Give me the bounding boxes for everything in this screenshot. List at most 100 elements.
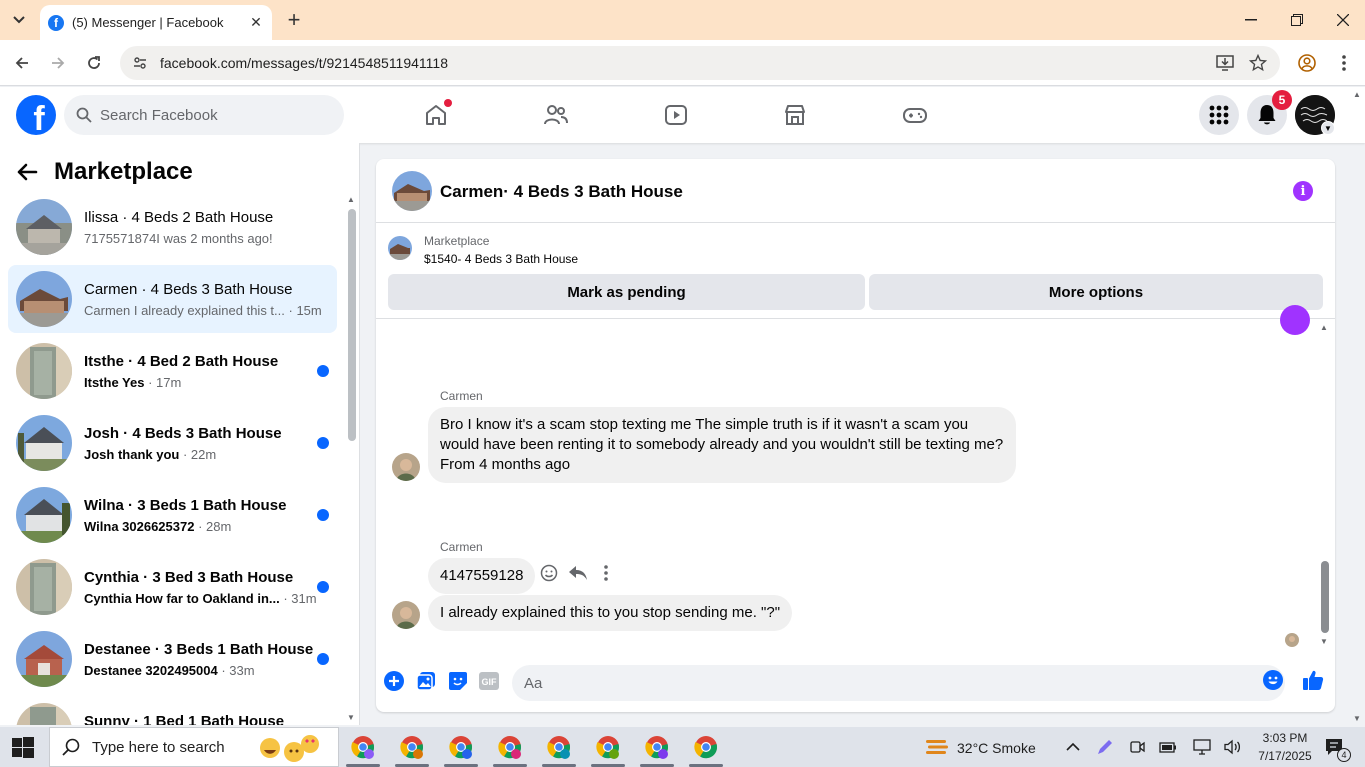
conversation-item[interactable]: Itsthe · 4 Bed 2 Bath House Itsthe Yes ·… <box>8 337 337 405</box>
chrome-taskbar-icon[interactable] <box>498 735 522 759</box>
attach-photo-button[interactable] <box>415 670 437 692</box>
message-bubble[interactable]: Bro I know it's a scam stop texting me T… <box>428 407 1016 483</box>
network-icon[interactable] <box>1193 739 1211 755</box>
page-scroll-down-icon[interactable]: ▼ <box>1353 714 1361 723</box>
address-bar[interactable]: facebook.com/messages/t/9214548511941118 <box>120 46 1280 80</box>
menu-button[interactable] <box>1199 95 1239 135</box>
chat-listing-avatar[interactable] <box>392 171 432 211</box>
browser-tab-active[interactable]: f (5) Messenger | Facebook ✕ <box>40 5 272 40</box>
tab-search-button[interactable] <box>6 7 32 33</box>
volume-icon[interactable] <box>1223 739 1243 755</box>
message-input-box[interactable] <box>512 665 1285 701</box>
search-icon <box>76 107 92 123</box>
sticker-button[interactable] <box>447 670 469 692</box>
clock-time[interactable]: 3:03 PM <box>1256 731 1314 745</box>
pen-icon[interactable] <box>1096 738 1114 756</box>
conversation-info-icon[interactable]: i <box>1293 181 1313 201</box>
message-sender: Carmen <box>440 540 483 554</box>
reply-icon[interactable] <box>568 565 588 581</box>
facebook-search[interactable] <box>64 95 344 135</box>
chrome-taskbar-icon[interactable] <box>645 735 669 759</box>
weather-text[interactable]: 32°C Smoke <box>957 740 1036 756</box>
sidebar-scroll-up-icon[interactable]: ▲ <box>347 195 355 204</box>
listing-banner-thumbnail[interactable] <box>388 236 412 260</box>
sidebar-scroll-down-icon[interactable]: ▼ <box>347 713 355 722</box>
new-tab-button[interactable]: + <box>282 7 306 32</box>
url-text: facebook.com/messages/t/9214548511941118 <box>160 55 448 71</box>
restore-button[interactable] <box>1282 6 1312 34</box>
facebook-search-input[interactable] <box>100 106 320 124</box>
gif-icon: GIF <box>479 672 499 690</box>
listing-title[interactable]: $1540- 4 Beds 3 Bath House <box>424 252 578 266</box>
conversation-preview: Cynthia How far to Oakland in... · 31m <box>84 591 317 606</box>
conversation-item[interactable]: Sunny · 1 Bed 1 Bath House <box>8 697 337 725</box>
emoji-picker-button[interactable] <box>1262 669 1284 691</box>
profile-button[interactable] <box>1294 50 1320 76</box>
battery-icon[interactable] <box>1159 740 1177 754</box>
listing-thumbnail <box>16 559 72 615</box>
profile-icon <box>1298 54 1316 72</box>
conversation-preview: Itsthe Yes · 17m <box>84 375 182 390</box>
back-arrow-icon[interactable] <box>16 163 38 181</box>
more-options-button[interactable]: More options <box>869 274 1323 310</box>
nav-friends[interactable] <box>536 97 576 133</box>
message-input[interactable] <box>524 674 1224 692</box>
page-scroll-up-icon[interactable]: ▲ <box>1353 90 1361 99</box>
react-emoji-icon[interactable] <box>540 564 558 582</box>
more-vertical-icon[interactable] <box>604 565 608 581</box>
windows-logo-icon <box>12 737 34 758</box>
sidebar-scrollbar[interactable] <box>348 209 356 441</box>
chrome-taskbar-icon[interactable] <box>400 735 424 759</box>
seen-receipt-avatar <box>1285 633 1299 647</box>
meet-now-icon[interactable] <box>1129 739 1145 755</box>
more-actions-button[interactable] <box>383 670 405 692</box>
sender-avatar[interactable] <box>392 601 420 629</box>
conversation-item-active[interactable]: Carmen · 4 Beds 3 Bath House Carmen I al… <box>8 265 337 333</box>
message-actions <box>540 564 608 582</box>
bell-icon <box>1258 105 1276 125</box>
message-bubble[interactable]: 4147559128 <box>428 558 536 594</box>
reload-button[interactable] <box>81 50 107 76</box>
taskbar-search[interactable]: Type here to search <box>49 727 339 767</box>
site-info-icon[interactable] <box>132 55 148 71</box>
conversation-item[interactable]: Wilna · 3 Beds 1 Bath House Wilna 302662… <box>8 481 337 549</box>
conversation-item[interactable]: Ilissa · 4 Beds 2 Bath House 7175571874I… <box>8 193 337 261</box>
chrome-taskbar-icon[interactable] <box>596 735 620 759</box>
message-bubble[interactable]: I already explained this to you stop sen… <box>428 595 793 631</box>
mark-as-pending-button[interactable]: Mark as pending <box>388 274 865 310</box>
chrome-taskbar-icon[interactable] <box>547 735 571 759</box>
gif-button[interactable]: GIF <box>478 670 500 692</box>
chrome-taskbar-icon[interactable] <box>694 735 718 759</box>
nav-gaming[interactable] <box>895 97 935 133</box>
install-app-button[interactable] <box>1212 50 1238 76</box>
start-button[interactable] <box>12 737 34 759</box>
browser-menu-button[interactable] <box>1331 50 1357 76</box>
listing-thumbnail <box>16 487 72 543</box>
conversation-item[interactable]: Cynthia · 3 Bed 3 Bath House Cynthia How… <box>8 553 337 621</box>
account-chevron-icon[interactable]: ▼ <box>1321 121 1335 135</box>
nav-marketplace[interactable] <box>775 97 815 133</box>
clock-date[interactable]: 7/17/2025 <box>1256 749 1314 763</box>
like-button[interactable] <box>1301 668 1325 692</box>
facebook-logo-icon[interactable]: f <box>16 95 56 135</box>
sender-avatar[interactable] <box>392 453 420 481</box>
tab-close-icon[interactable]: ✕ <box>248 14 264 31</box>
back-button[interactable] <box>9 50 35 76</box>
chat-scrollbar[interactable] <box>1321 561 1329 633</box>
chrome-taskbar-icon[interactable] <box>351 735 375 759</box>
chevron-up-icon[interactable] <box>1066 742 1080 752</box>
marketplace-icon <box>785 105 805 125</box>
conversation-item[interactable]: Destanee · 3 Beds 1 Bath House Destanee … <box>8 625 337 693</box>
bookmark-button[interactable] <box>1245 50 1271 76</box>
nav-video[interactable] <box>656 97 696 133</box>
chat-scroll-up-icon[interactable]: ▲ <box>1320 323 1328 332</box>
close-window-button[interactable] <box>1328 6 1358 34</box>
chat-title[interactable]: Carmen· 4 Beds 3 Bath House <box>440 182 683 202</box>
minimize-button[interactable] <box>1236 6 1266 34</box>
chat-scroll-down-icon[interactable]: ▼ <box>1320 637 1328 646</box>
chrome-taskbar-icon[interactable] <box>449 735 473 759</box>
forward-button[interactable] <box>45 50 71 76</box>
conversation-name: Cynthia · 3 Bed 3 Bath House <box>84 569 294 586</box>
conversation-item[interactable]: Josh · 4 Beds 3 Bath House Josh thank yo… <box>8 409 337 477</box>
weather-smoke-icon[interactable] <box>925 737 949 757</box>
